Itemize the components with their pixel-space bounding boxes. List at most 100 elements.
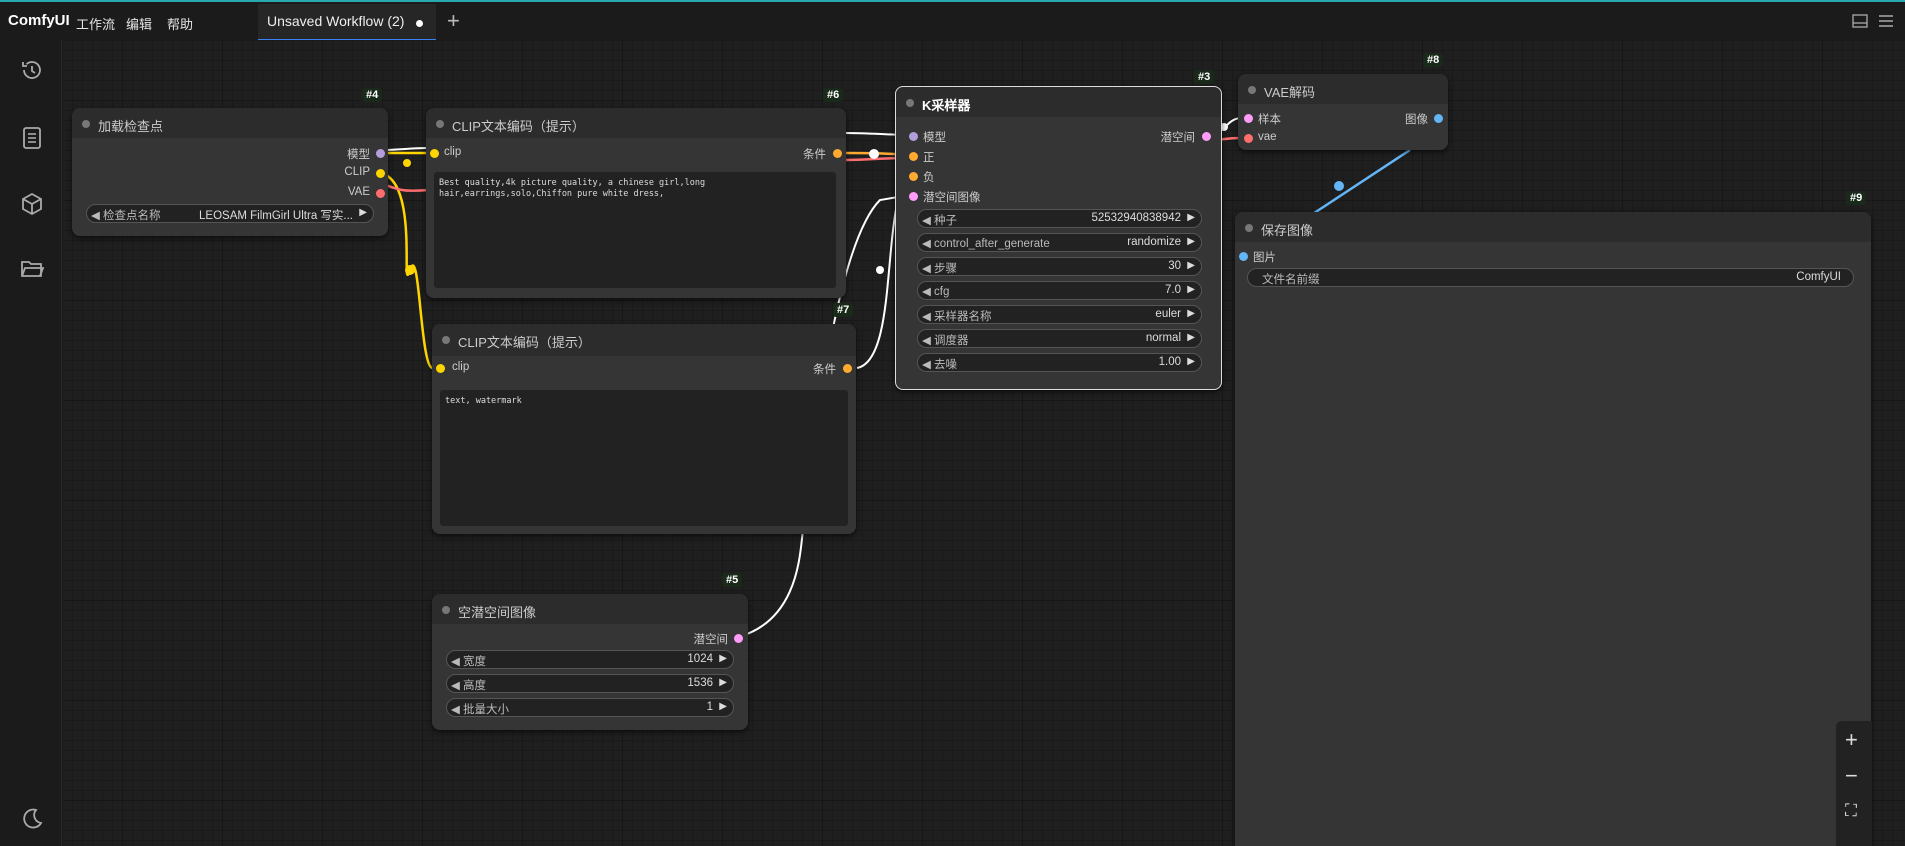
input-model-label: 模型	[923, 132, 946, 144]
input-positive-port[interactable]	[909, 152, 918, 161]
input-clip-port[interactable]	[430, 149, 439, 158]
fit-view-button[interactable]: ⛶	[1845, 801, 1857, 821]
checkpoint-name-widget[interactable]: ◀ 检查点名称 LEOSAM FilmGirl Ultra 写实... ▶	[86, 204, 374, 223]
arrow-right-icon[interactable]: ▶	[1187, 332, 1195, 343]
workflows-icon[interactable]	[19, 255, 45, 281]
node-5-badge: #5	[722, 573, 743, 587]
widget-label: ◀ 高度	[451, 680, 487, 692]
unsaved-dot-icon[interactable]	[416, 20, 423, 27]
history-icon[interactable]	[19, 57, 45, 83]
output-latent-port[interactable]	[1202, 132, 1211, 141]
node-header[interactable]: 保存图像	[1235, 212, 1871, 242]
output-vae-port[interactable]	[376, 189, 385, 198]
node-vae-decode[interactable]: VAE解码 样本 vae 图像	[1238, 74, 1448, 150]
widget-label: ◀ 宽度	[451, 656, 487, 668]
output-latent-port[interactable]	[734, 634, 743, 643]
node-header[interactable]: K采样器	[896, 87, 1221, 117]
control-after-generate-widget[interactable]: ◀ control_after_generate randomize ▶	[917, 233, 1202, 252]
input-model-port[interactable]	[909, 132, 918, 141]
toggle-panel-icon[interactable]	[1852, 14, 1868, 28]
arrow-right-icon[interactable]: ▶	[1187, 260, 1195, 271]
node-title: K采样器	[922, 98, 971, 113]
output-latent-label: 潜空间	[1160, 132, 1196, 144]
node-header[interactable]: 空潜空间图像	[432, 594, 748, 624]
node-empty-latent-image[interactable]: 空潜空间图像 潜空间 ◀ 宽度 1024 ▶ ◀ 高度 1536 ▶ ◀ 批量大小 1 ▶	[432, 594, 748, 730]
input-negative-port[interactable]	[909, 172, 918, 181]
arrow-right-icon[interactable]: ▶	[1187, 284, 1195, 295]
menu-workflow[interactable]: 工作流	[76, 14, 115, 33]
collapse-dot-icon[interactable]	[442, 606, 450, 614]
arrow-right-icon[interactable]: ▶	[719, 701, 727, 712]
app-logo[interactable]: ComfyUI	[8, 12, 70, 29]
output-image-port[interactable]	[1434, 114, 1443, 123]
filename-prefix-widget[interactable]: 文件名前缀 ComfyUI	[1247, 268, 1854, 287]
output-vae-label: VAE	[347, 186, 370, 198]
output-conditioning-label: 条件	[803, 149, 826, 161]
collapse-dot-icon[interactable]	[1245, 224, 1253, 232]
workflow-tab[interactable]: Unsaved Workflow (2)	[258, 4, 436, 41]
zoom-out-button[interactable]: −	[1845, 763, 1858, 789]
arrow-right-icon[interactable]: ▶	[719, 677, 727, 688]
widget-label: ◀ 检查点名称	[91, 210, 161, 222]
collapse-dot-icon[interactable]	[436, 120, 444, 128]
arrow-right-icon[interactable]: ▶	[1187, 212, 1195, 223]
node-title: 加载检查点	[98, 119, 164, 134]
batch-size-widget[interactable]: ◀ 批量大小 1 ▶	[446, 698, 734, 717]
node-header[interactable]: 加载检查点	[72, 108, 388, 138]
node-6-badge: #6	[823, 88, 844, 102]
prompt-textarea[interactable]: Best quality,4k picture quality, a chine…	[434, 172, 836, 288]
seed-widget[interactable]: ◀ 种子 52532940838942 ▶	[917, 209, 1202, 228]
node-clip-text-encode-negative[interactable]: CLIP文本编码（提示） clip 条件 text, watermark	[432, 324, 856, 534]
node-title: 空潜空间图像	[458, 605, 537, 620]
menu-icon[interactable]	[1878, 14, 1894, 28]
widget-label: 文件名前缀	[1262, 274, 1320, 286]
input-latent-port[interactable]	[909, 192, 918, 201]
steps-widget[interactable]: ◀ 步骤 30 ▶	[917, 257, 1202, 276]
denoise-widget[interactable]: ◀ 去噪 1.00 ▶	[917, 353, 1202, 372]
node-ksampler[interactable]: K采样器 模型 正 负 潜空间图像 潜空间 ◀ 种子 52532940838942…	[895, 86, 1222, 390]
arrow-right-icon[interactable]: ▶	[1187, 236, 1195, 247]
node-header[interactable]: CLIP文本编码（提示）	[432, 324, 856, 356]
queue-icon[interactable]	[19, 125, 45, 151]
width-widget[interactable]: ◀ 宽度 1024 ▶	[446, 650, 734, 669]
theme-toggle-icon[interactable]	[19, 806, 45, 832]
menu-edit[interactable]: 编辑	[126, 14, 152, 33]
input-latent-label: 潜空间图像	[923, 192, 981, 204]
prompt-textarea[interactable]: text, watermark	[440, 390, 848, 526]
input-samples-port[interactable]	[1244, 114, 1253, 123]
arrow-right-icon[interactable]: ▶	[719, 653, 727, 664]
node-header[interactable]: CLIP文本编码（提示）	[426, 108, 846, 138]
collapse-dot-icon[interactable]	[442, 336, 450, 344]
model-library-icon[interactable]	[19, 191, 45, 217]
node-3-badge: #3	[1194, 70, 1215, 84]
output-conditioning-port[interactable]	[833, 149, 842, 158]
widget-value: 1536	[687, 677, 713, 689]
node-load-checkpoint[interactable]: 加载检查点 模型 CLIP VAE ◀ 检查点名称 LEOSAM FilmGir…	[72, 108, 388, 236]
scheduler-widget[interactable]: ◀ 调度器 normal ▶	[917, 329, 1202, 348]
output-model-port[interactable]	[376, 149, 385, 158]
node-save-image[interactable]: 保存图像 图片 文件名前缀 ComfyUI	[1235, 212, 1871, 846]
widget-label: ◀ control_after_generate	[922, 238, 1050, 250]
new-tab-button[interactable]: +	[447, 8, 460, 34]
sampler-name-widget[interactable]: ◀ 采样器名称 euler ▶	[917, 305, 1202, 324]
output-conditioning-port[interactable]	[843, 364, 852, 373]
arrow-right-icon[interactable]: ▶	[1187, 356, 1195, 367]
output-clip-port[interactable]	[376, 169, 385, 178]
arrow-right-icon[interactable]: ▶	[359, 207, 367, 218]
zoom-in-button[interactable]: +	[1845, 727, 1858, 753]
node-header[interactable]: VAE解码	[1238, 74, 1448, 104]
cfg-widget[interactable]: ◀ cfg 7.0 ▶	[917, 281, 1202, 300]
menu-help[interactable]: 帮助	[167, 14, 193, 33]
collapse-dot-icon[interactable]	[1248, 86, 1256, 94]
height-widget[interactable]: ◀ 高度 1536 ▶	[446, 674, 734, 693]
collapse-dot-icon[interactable]	[906, 99, 914, 107]
input-images-port[interactable]	[1239, 252, 1248, 261]
input-clip-port[interactable]	[436, 364, 445, 373]
node-clip-text-encode-positive[interactable]: CLIP文本编码（提示） clip 条件 Best quality,4k pic…	[426, 108, 846, 298]
widget-value: 1	[706, 701, 713, 713]
arrow-right-icon[interactable]: ▶	[1187, 308, 1195, 319]
node-title: CLIP文本编码（提示）	[458, 335, 591, 350]
input-vae-port[interactable]	[1244, 134, 1253, 143]
collapse-dot-icon[interactable]	[82, 120, 90, 128]
output-image-label: 图像	[1405, 114, 1428, 126]
